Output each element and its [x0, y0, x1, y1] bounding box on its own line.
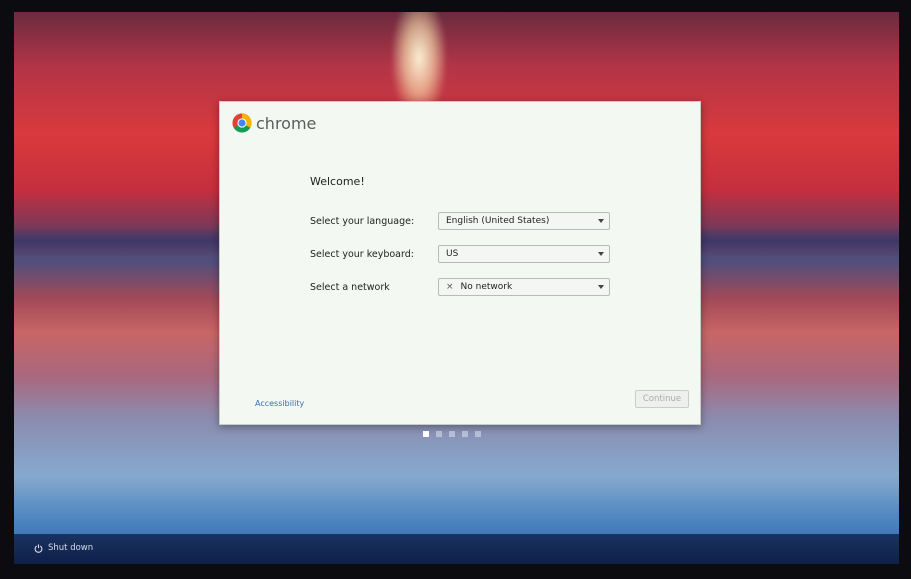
- step-dot: [436, 431, 442, 437]
- chevron-down-icon: [598, 219, 604, 223]
- language-label: Select your language:: [310, 216, 415, 227]
- network-label: Select a network: [310, 282, 390, 293]
- language-select[interactable]: English (United States): [438, 212, 610, 230]
- chrome-logo: chrome: [232, 113, 316, 133]
- step-dot: [449, 431, 455, 437]
- chrome-wordmark: chrome: [256, 113, 317, 133]
- step-dot-active: [423, 431, 429, 437]
- oobe-welcome-dialog: chrome Welcome! Select your language: En…: [219, 101, 701, 425]
- network-select[interactable]: × No network: [438, 278, 610, 296]
- power-icon: [34, 543, 43, 553]
- step-dot: [475, 431, 481, 437]
- accessibility-link[interactable]: Accessibility: [255, 399, 304, 408]
- chevron-down-icon: [598, 285, 604, 289]
- language-selected-value: English (United States): [446, 216, 550, 226]
- login-shelf: Shut down: [14, 534, 899, 564]
- continue-button[interactable]: Continue: [635, 390, 689, 408]
- step-dot: [462, 431, 468, 437]
- no-network-icon: ×: [446, 282, 454, 292]
- keyboard-label: Select your keyboard:: [310, 249, 414, 260]
- shutdown-label: Shut down: [48, 543, 94, 553]
- chrome-logo-icon: [232, 113, 252, 133]
- welcome-heading: Welcome!: [310, 175, 365, 188]
- keyboard-select[interactable]: US: [438, 245, 610, 263]
- network-selected-value: No network: [460, 282, 513, 292]
- step-indicator: [423, 431, 481, 437]
- shutdown-button[interactable]: Shut down: [34, 543, 93, 553]
- keyboard-selected-value: US: [446, 249, 459, 259]
- chevron-down-icon: [598, 252, 604, 256]
- chromeos-screen: chrome Welcome! Select your language: En…: [14, 12, 899, 564]
